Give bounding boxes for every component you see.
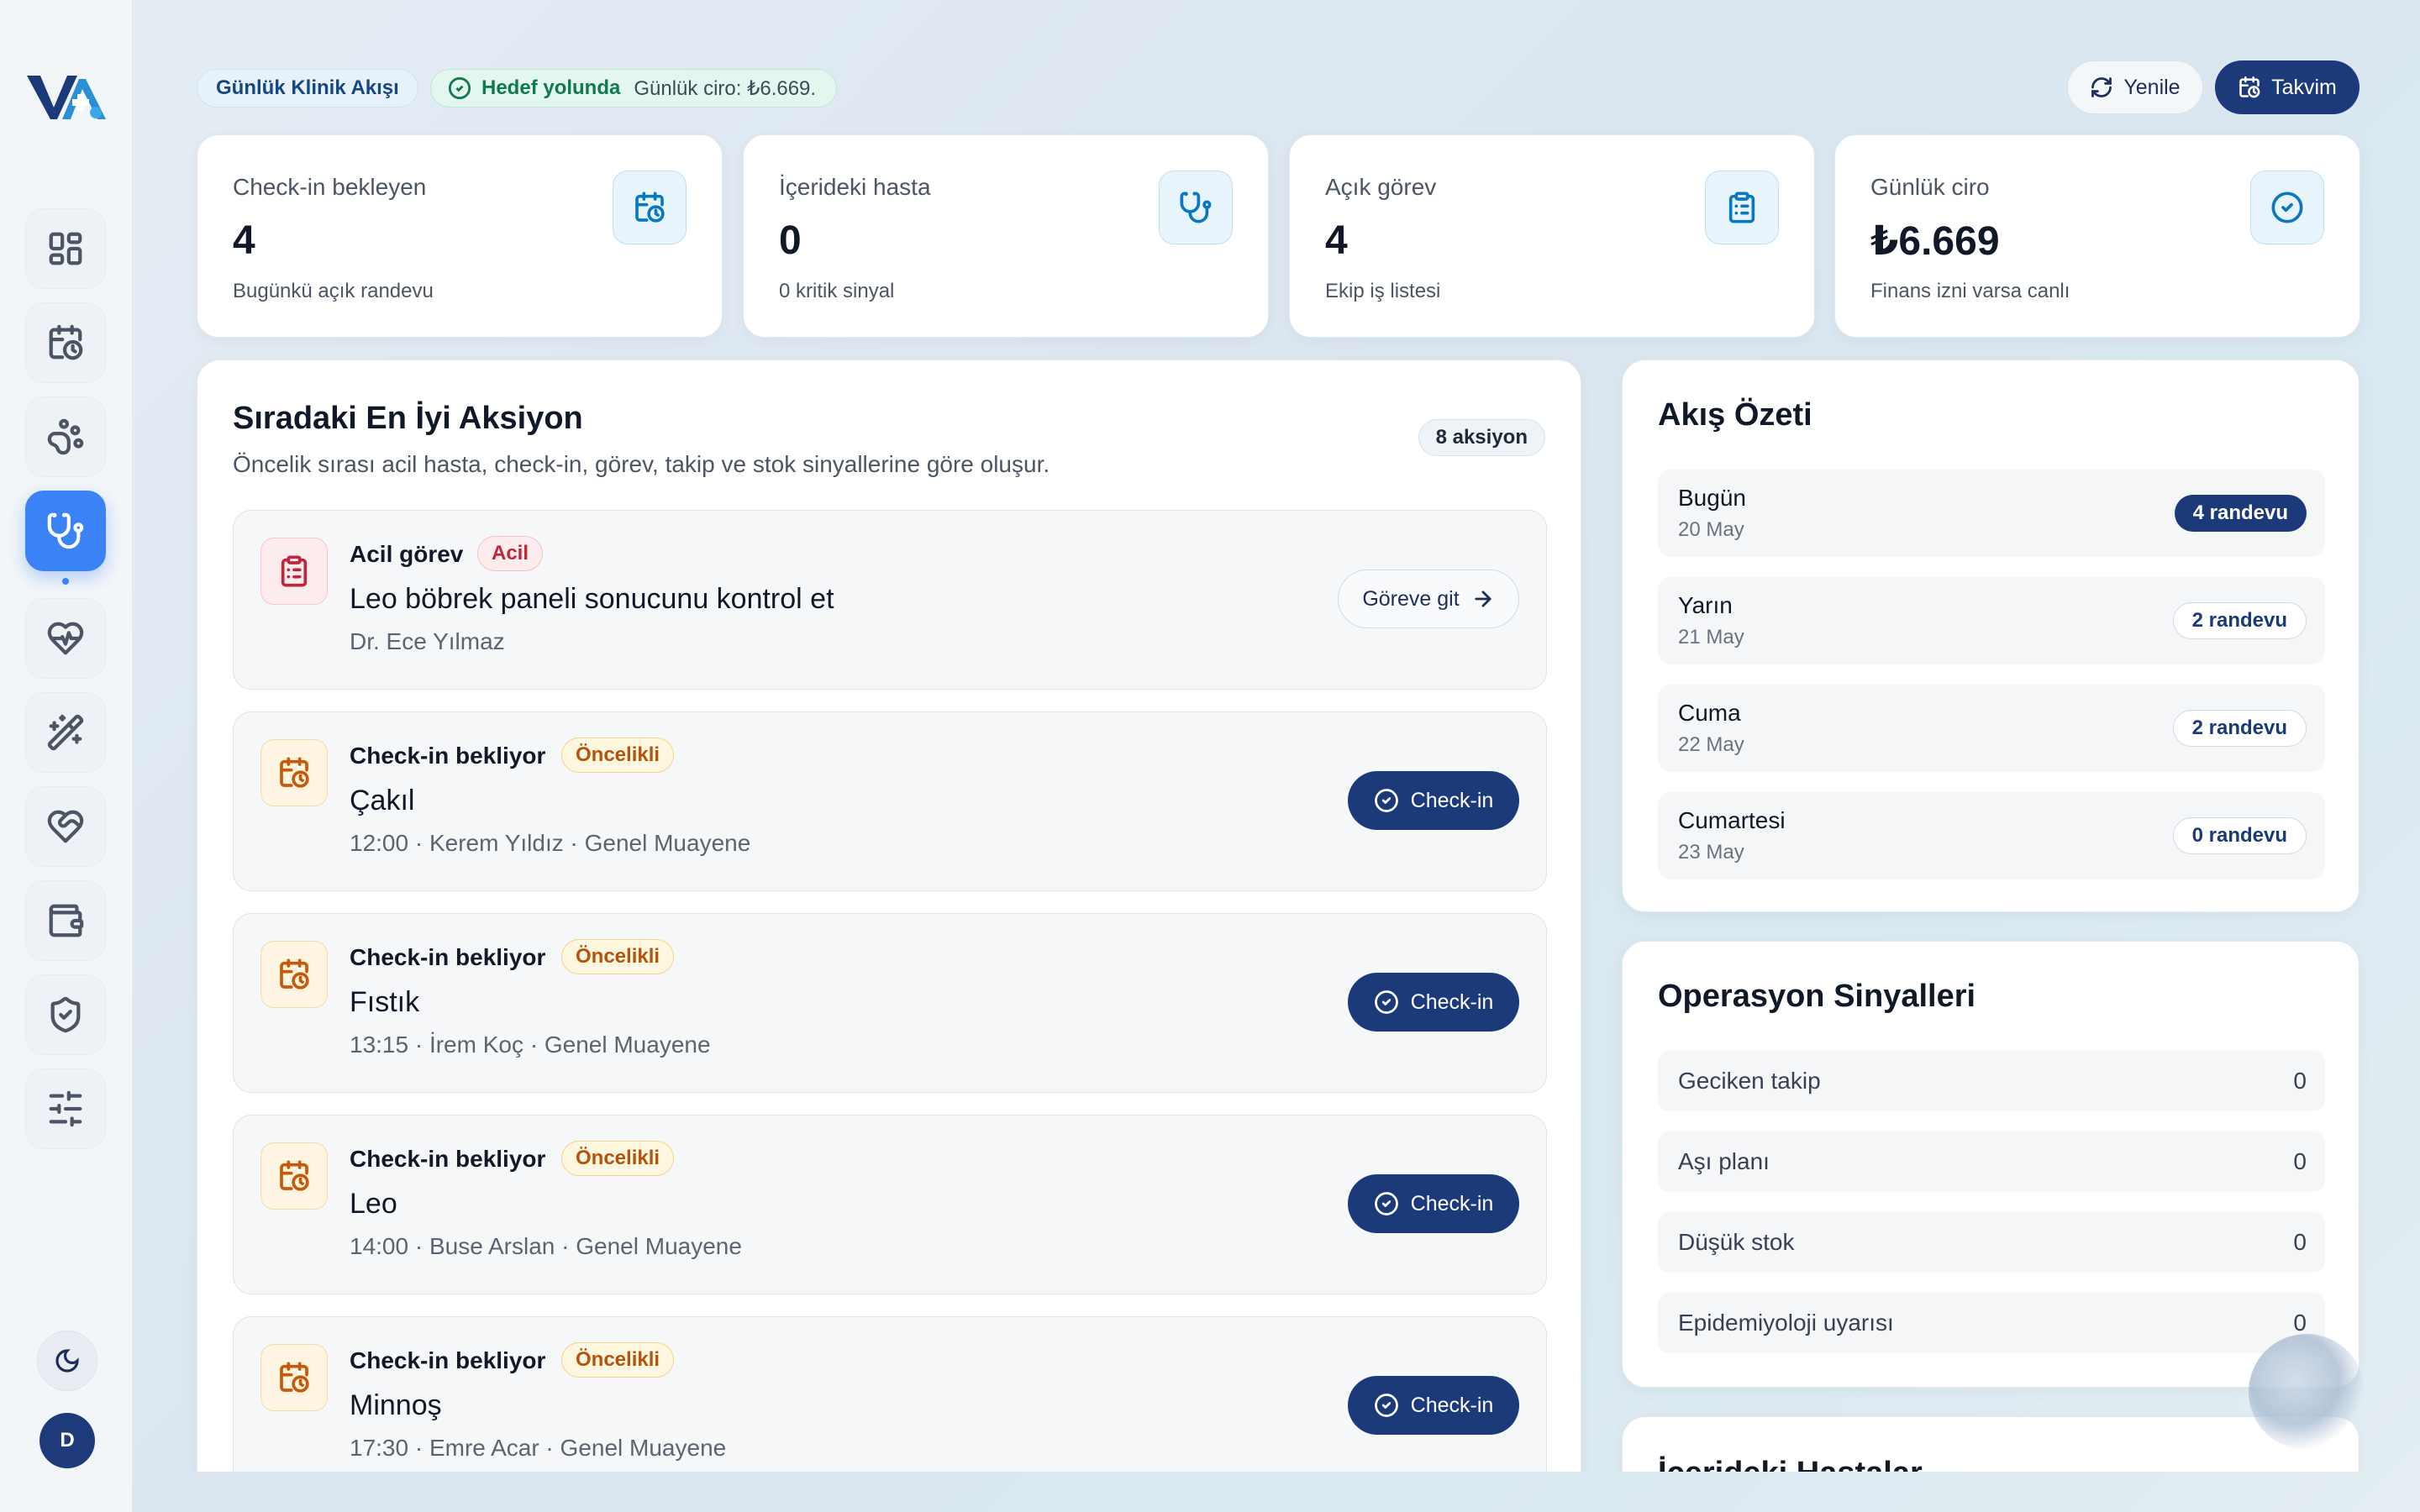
- flow-day: Cumartesi: [1678, 807, 1786, 833]
- appointment-count-badge: 4 randevu: [2174, 495, 2307, 532]
- operation-signals-panel: Operasyon Sinyalleri Geciken takip 0 Aşı…: [1622, 941, 2360, 1388]
- action-item[interactable]: Check-in bekliyor Öncelikli Leo 14:00 · …: [233, 1115, 1547, 1294]
- action-title: Fıstık: [350, 986, 420, 1018]
- action-title: Minnoş: [350, 1389, 442, 1421]
- flow-row[interactable]: Cuma 22 May 2 randevu: [1658, 685, 2325, 772]
- panel-description: Öncelik sırası acil hasta, check-in, gör…: [233, 451, 1050, 477]
- appointment-icon-box: [260, 941, 328, 1008]
- appointment-icon-box: [260, 739, 328, 806]
- signal-value: 0: [2293, 1229, 2307, 1255]
- check-circle-icon: [1374, 990, 1398, 1014]
- appointment-icon-box: [260, 1142, 328, 1210]
- go-to-task-button[interactable]: Göreve git: [1338, 570, 1519, 628]
- action-subtitle: 14:00 · Buse Arslan · Genel Muayene: [350, 1233, 742, 1259]
- signal-value: 0: [2293, 1310, 2307, 1336]
- action-title: Leo: [350, 1188, 397, 1220]
- check-circle-icon: [1374, 789, 1398, 812]
- check-in-button[interactable]: Check-in: [1348, 771, 1519, 830]
- task-icon-box: [260, 538, 328, 605]
- flow-date: 20 May: [1678, 518, 1744, 541]
- appointment-icon-box: [260, 1344, 328, 1411]
- check-circle-icon: [1374, 1192, 1398, 1215]
- action-item[interactable]: Acil görev Acil Leo böbrek paneli sonucu…: [233, 510, 1547, 690]
- urgent-badge: Acil: [477, 536, 544, 571]
- inside-patients-title: İçerideki Hastalar: [1658, 1456, 1923, 1472]
- action-item[interactable]: Check-in bekliyor Öncelikli Çakıl 12:00 …: [233, 711, 1547, 891]
- flow-row[interactable]: Yarın 21 May 2 randevu: [1658, 577, 2325, 664]
- signal-label: Aşı planı: [1678, 1148, 1770, 1174]
- flow-day: Bugün: [1678, 485, 1746, 511]
- flow-date: 23 May: [1678, 841, 1744, 864]
- check-in-label: Check-in: [1410, 990, 1494, 1014]
- priority-badge: Öncelikli: [561, 939, 675, 974]
- calendar-clock-icon: [280, 958, 309, 990]
- content-viewport: Sıradaki En İyi Aksiyon Öncelik sırası a…: [0, 0, 2420, 1472]
- check-in-button[interactable]: Check-in: [1348, 1174, 1519, 1233]
- action-count-badge: 8 aksiyon: [1418, 419, 1545, 456]
- inside-patients-panel: İçerideki Hastalar: [1622, 1416, 2360, 1472]
- check-in-label: Check-in: [1410, 1393, 1494, 1417]
- clipboard-list-icon: [281, 555, 308, 587]
- action-subtitle: 17:30 · Emre Acar · Genel Muayene: [350, 1435, 727, 1461]
- action-item[interactable]: Check-in bekliyor Öncelikli Minnoş 17:30…: [233, 1316, 1547, 1472]
- signal-row: Aşı planı 0: [1658, 1131, 2325, 1192]
- action-subtitle: Dr. Ece Yılmaz: [350, 628, 505, 654]
- next-action-panel: Sıradaki En İyi Aksiyon Öncelik sırası a…: [197, 360, 1581, 1472]
- flow-summary-panel: Akış Özeti Bugün 20 May 4 randevu Yarın …: [1622, 360, 2360, 912]
- flow-date: 21 May: [1678, 626, 1744, 648]
- signal-label: Epidemiyoloji uyarısı: [1678, 1310, 1894, 1336]
- check-in-label: Check-in: [1410, 1191, 1494, 1215]
- action-subtitle: 13:15 · İrem Koç · Genel Muayene: [350, 1032, 711, 1058]
- calendar-clock-icon: [280, 757, 309, 788]
- go-to-task-label: Göreve git: [1362, 586, 1460, 611]
- signal-label: Düşük stok: [1678, 1229, 1795, 1255]
- flow-summary-title: Akış Özeti: [1658, 397, 1812, 433]
- signal-label: Geciken takip: [1678, 1068, 1821, 1094]
- action-subtitle: 12:00 · Kerem Yıldız · Genel Muayene: [350, 830, 751, 856]
- floating-assistant-orb[interactable]: [2249, 1334, 2365, 1450]
- check-in-label: Check-in: [1410, 788, 1494, 812]
- calendar-clock-icon: [280, 1362, 309, 1393]
- action-item[interactable]: Check-in bekliyor Öncelikli Fıstık 13:15…: [233, 913, 1547, 1093]
- action-type: Check-in bekliyor: [350, 743, 546, 769]
- priority-badge: Öncelikli: [561, 1342, 675, 1378]
- flow-date: 22 May: [1678, 733, 1744, 756]
- action-title: Çakıl: [350, 785, 415, 816]
- signal-row: Epidemiyoloji uyarısı 0: [1658, 1293, 2325, 1353]
- check-in-button[interactable]: Check-in: [1348, 973, 1519, 1032]
- panel-title: Sıradaki En İyi Aksiyon: [233, 401, 583, 436]
- flow-day: Yarın: [1678, 592, 1733, 618]
- appointment-count-badge: 2 randevu: [2172, 602, 2307, 639]
- check-in-button[interactable]: Check-in: [1348, 1376, 1519, 1435]
- calendar-clock-icon: [280, 1160, 309, 1191]
- flow-row[interactable]: Cumartesi 23 May 0 randevu: [1658, 792, 2325, 879]
- action-type: Check-in bekliyor: [350, 1347, 546, 1373]
- action-title: Leo böbrek paneli sonucunu kontrol et: [350, 583, 834, 615]
- arrow-right-icon: [1475, 591, 1491, 607]
- signal-value: 0: [2293, 1068, 2307, 1094]
- appointment-count-badge: 0 randevu: [2172, 817, 2307, 854]
- flow-day: Cuma: [1678, 700, 1741, 726]
- signal-row: Düşük stok 0: [1658, 1212, 2325, 1273]
- signal-row: Geciken takip 0: [1658, 1051, 2325, 1111]
- signal-value: 0: [2293, 1148, 2307, 1174]
- action-type: Acil görev: [350, 541, 464, 567]
- priority-badge: Öncelikli: [561, 738, 675, 773]
- flow-row[interactable]: Bugün 20 May 4 randevu: [1658, 470, 2325, 557]
- appointment-count-badge: 2 randevu: [2172, 710, 2307, 747]
- priority-badge: Öncelikli: [561, 1141, 675, 1176]
- action-type: Check-in bekliyor: [350, 1146, 546, 1172]
- check-circle-icon: [1374, 1394, 1398, 1417]
- action-type: Check-in bekliyor: [350, 944, 546, 970]
- operation-signals-title: Operasyon Sinyalleri: [1658, 979, 1976, 1014]
